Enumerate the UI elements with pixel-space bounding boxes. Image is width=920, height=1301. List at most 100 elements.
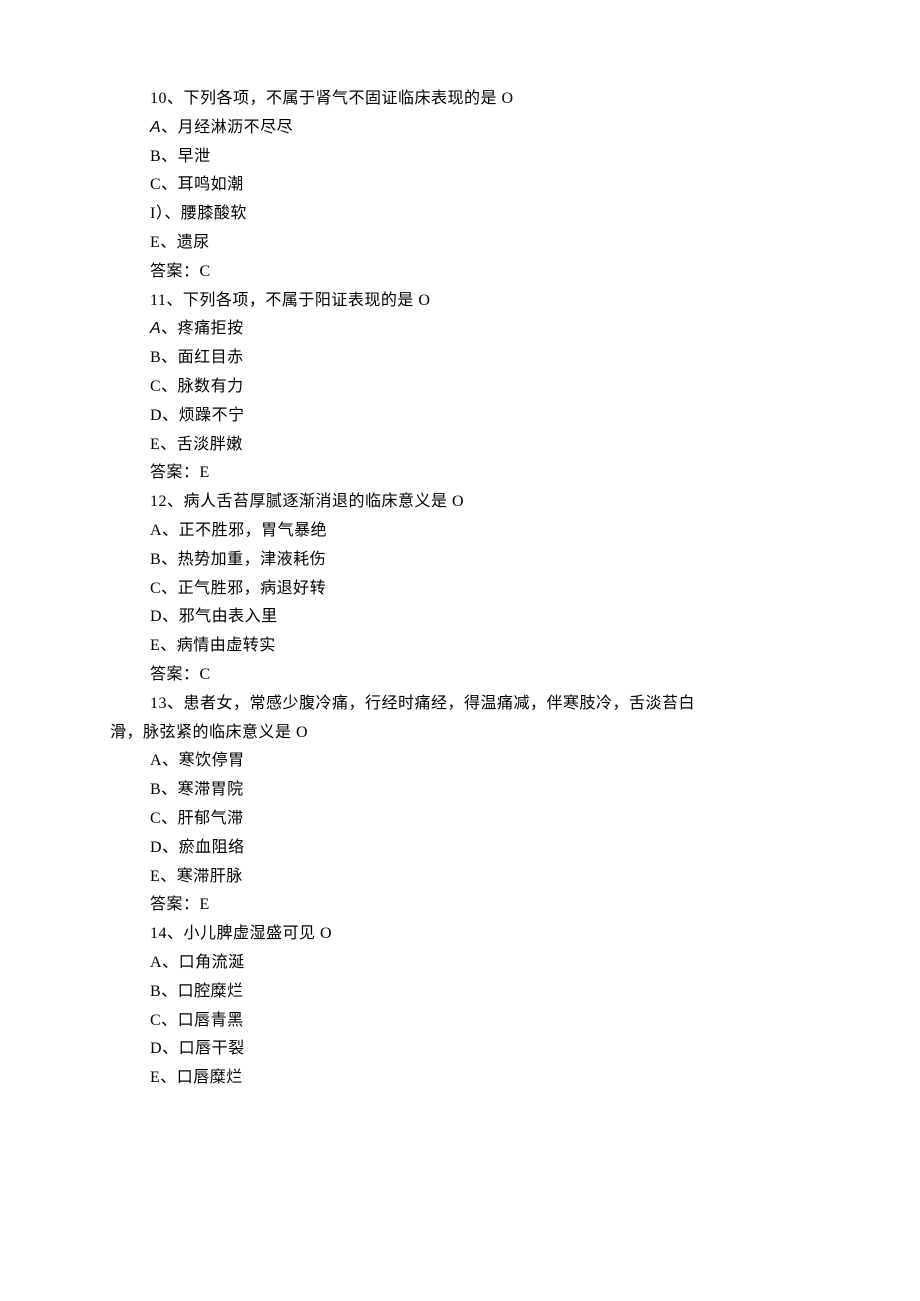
- option-c: C、脉数有力: [110, 373, 810, 402]
- option-letter: E: [150, 868, 160, 885]
- option-a: A、疼痛拒按: [110, 315, 810, 344]
- option-text: 、口腔糜烂: [161, 983, 244, 1000]
- option-letter: B: [150, 349, 161, 366]
- question-text: 、下列各项，不属于阳证表现的是 O: [166, 292, 430, 309]
- question-stem-cont: 滑，脉弦紧的临床意义是 O: [110, 719, 810, 748]
- option-b: B、面红目赤: [110, 344, 810, 373]
- option-text: 、耳鸣如潮: [161, 176, 244, 193]
- option-text: 、月经淋沥不尽尽: [161, 119, 293, 136]
- option-letter: A: [150, 522, 162, 539]
- answer-text: 答案：C: [150, 263, 211, 280]
- question-stem: 11、下列各项，不属于阳证表现的是 O: [110, 287, 810, 316]
- option-e: E、舌淡胖嫩: [110, 431, 810, 460]
- option-letter: D: [150, 608, 162, 625]
- document-page: 10、下列各项，不属于肾气不固证临床表现的是 O A、月经淋沥不尽尽 B、早泄 …: [0, 0, 920, 1301]
- question-stem: 12、病人舌苔厚腻逐渐消退的临床意义是 O: [110, 488, 810, 517]
- option-letter: A: [150, 320, 161, 337]
- option-text: 、早泄: [161, 148, 211, 165]
- option-letter: C: [150, 378, 161, 395]
- option-c: C、肝郁气滞: [110, 805, 810, 834]
- option-text: 、舌淡胖嫩: [160, 436, 243, 453]
- answer-line: 答案：E: [110, 891, 810, 920]
- question-number: 11: [150, 292, 166, 309]
- option-letter: D: [150, 407, 162, 424]
- question-text: 、患者女，常感少腹冷痛，行经时痛经，得温痛减，伴寒肢冷，舌淡苔白: [167, 695, 695, 712]
- option-a: A、月经淋沥不尽尽: [110, 114, 810, 143]
- option-c: C、口唇青黑: [110, 1007, 810, 1036]
- option-letter: E: [150, 436, 160, 453]
- option-letter: E: [150, 234, 160, 251]
- option-letter: C: [150, 1012, 161, 1029]
- option-d: D、瘀血阻络: [110, 834, 810, 863]
- option-text: 、遗尿: [160, 234, 210, 251]
- option-text: 、疼痛拒按: [161, 320, 244, 337]
- option-b: B、热势加重，津液耗伤: [110, 546, 810, 575]
- answer-line: 答案：C: [110, 661, 810, 690]
- option-letter: B: [150, 781, 161, 798]
- option-text: 、正气胜邪，病退好转: [161, 580, 326, 597]
- option-letter: D: [150, 1040, 162, 1057]
- option-e: E、病情由虚转实: [110, 632, 810, 661]
- option-letter: E: [150, 1069, 160, 1086]
- option-d: D、口唇干裂: [110, 1035, 810, 1064]
- option-c: C、正气胜邪，病退好转: [110, 575, 810, 604]
- option-e: E、口唇糜烂: [110, 1064, 810, 1093]
- option-text: 、脉数有力: [161, 378, 244, 395]
- option-letter: C: [150, 810, 161, 827]
- option-text: 、口唇糜烂: [160, 1069, 243, 1086]
- question-text: 、小儿脾虚湿盛可见 O: [167, 925, 332, 942]
- option-letter: C: [150, 580, 161, 597]
- option-letter: I）: [150, 205, 164, 222]
- option-text: 、肝郁气滞: [161, 810, 244, 827]
- option-text: 、烦躁不宁: [162, 407, 245, 424]
- option-b: B、寒滞胃院: [110, 776, 810, 805]
- option-a: A、口角流涎: [110, 949, 810, 978]
- option-text: 、腰膝酸软: [164, 205, 247, 222]
- option-text: 、口角流涎: [162, 954, 245, 971]
- question-text: 、病人舌苔厚腻逐渐消退的临床意义是 O: [167, 493, 464, 510]
- option-d: D、邪气由表入里: [110, 603, 810, 632]
- option-e: E、寒滞肝脉: [110, 863, 810, 892]
- option-text: 、寒饮停胃: [162, 752, 245, 769]
- option-text: 、寒滞肝脉: [160, 868, 243, 885]
- answer-text: 答案：E: [150, 896, 210, 913]
- answer-line: 答案：C: [110, 258, 810, 287]
- option-d: I）、腰膝酸软: [110, 200, 810, 229]
- question-stem: 13、患者女，常感少腹冷痛，行经时痛经，得温痛减，伴寒肢冷，舌淡苔白: [110, 690, 810, 719]
- option-text: 、热势加重，津液耗伤: [161, 551, 326, 568]
- option-b: B、口腔糜烂: [110, 978, 810, 1007]
- answer-text: 答案：E: [150, 464, 210, 481]
- option-letter: B: [150, 551, 161, 568]
- question-stem: 10、下列各项，不属于肾气不固证临床表现的是 O: [110, 85, 810, 114]
- option-text: 、口唇干裂: [162, 1040, 245, 1057]
- option-letter: A: [150, 119, 161, 136]
- option-letter: C: [150, 176, 161, 193]
- option-text: 、邪气由表入里: [162, 608, 278, 625]
- option-d: D、烦躁不宁: [110, 402, 810, 431]
- question-number: 13: [150, 695, 167, 712]
- option-e: E、遗尿: [110, 229, 810, 258]
- option-c: C、耳鸣如潮: [110, 171, 810, 200]
- option-text: 、口唇青黑: [161, 1012, 244, 1029]
- option-text: 、病情由虚转实: [160, 637, 276, 654]
- option-letter: A: [150, 752, 162, 769]
- question-text-cont: 滑，脉弦紧的临床意义是 O: [110, 724, 308, 741]
- option-a: A、正不胜邪，胃气暴绝: [110, 517, 810, 546]
- option-b: B、早泄: [110, 143, 810, 172]
- option-letter: B: [150, 148, 161, 165]
- question-number: 14: [150, 925, 167, 942]
- option-letter: D: [150, 839, 162, 856]
- question-stem: 14、小儿脾虚湿盛可见 O: [110, 920, 810, 949]
- answer-line: 答案：E: [110, 459, 810, 488]
- option-text: 、寒滞胃院: [161, 781, 244, 798]
- option-text: 、面红目赤: [161, 349, 244, 366]
- answer-text: 答案：C: [150, 666, 211, 683]
- option-letter: B: [150, 983, 161, 1000]
- option-a: A、寒饮停胃: [110, 747, 810, 776]
- option-letter: A: [150, 954, 162, 971]
- option-text: 、正不胜邪，胃气暴绝: [162, 522, 327, 539]
- option-letter: E: [150, 637, 160, 654]
- option-text: 、瘀血阻络: [162, 839, 245, 856]
- question-text: 、下列各项，不属于肾气不固证临床表现的是 O: [167, 90, 514, 107]
- question-number: 12: [150, 493, 167, 510]
